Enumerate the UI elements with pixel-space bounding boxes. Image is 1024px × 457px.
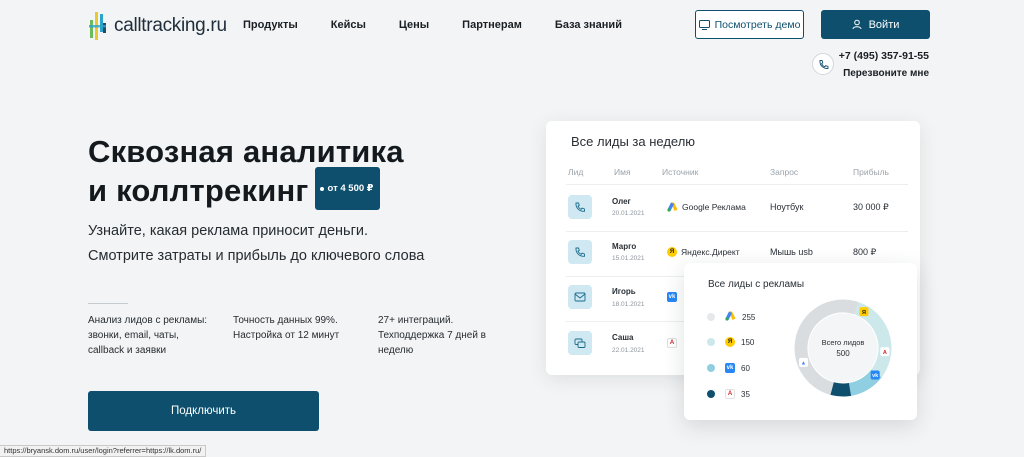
leads-donut-chart: ▲ Яvk A Всего лидов 500 — [794, 299, 892, 397]
vk-icon: vk — [870, 370, 880, 380]
avito-icon: A — [725, 389, 735, 399]
google-ads-icon — [667, 202, 678, 212]
lead-email-icon — [568, 285, 592, 309]
features-divider — [88, 303, 128, 304]
price-dot-icon — [319, 186, 324, 191]
nav-prices[interactable]: Цены — [399, 19, 429, 31]
logo-mark-icon — [89, 12, 106, 40]
legend-google: 255 — [707, 311, 755, 323]
col-profit: Прибыль — [853, 167, 889, 177]
donut-center-label: Всего лидов — [822, 338, 865, 347]
lead-source: A — [667, 338, 677, 348]
legend-value: 255 — [742, 312, 756, 322]
logo[interactable]: calltracking.ru — [88, 11, 227, 41]
hero-title-line2-text: и коллтрекинг — [88, 173, 309, 208]
col-query: Запрос — [770, 167, 799, 177]
svg-text:Я: Я — [862, 310, 866, 316]
lead-name: Марго — [612, 242, 637, 251]
view-demo-button[interactable]: Посмотреть демо — [695, 10, 804, 39]
lead-source: Google Реклама — [667, 202, 746, 212]
lead-query: Мышь usb — [770, 247, 813, 257]
legend-value: 150 — [741, 337, 755, 347]
nav-cases[interactable]: Кейсы — [331, 19, 366, 31]
google-ads-icon: ▲ — [799, 357, 809, 367]
lead-date: 18.01.2021 — [612, 301, 645, 308]
legend-value: 60 — [741, 363, 750, 373]
nav-knowledge-base[interactable]: База знаний — [555, 19, 622, 31]
leads-card-title: Все лиды за неделю — [571, 134, 696, 149]
col-lead: Лид — [568, 167, 584, 177]
callback-link[interactable]: Перезвоните мне — [843, 68, 929, 79]
vk-icon: vk — [667, 292, 677, 302]
ads-leads-card: Все лиды с рекламы 255 Я 150 vk 60 A 35 … — [684, 263, 917, 420]
yandex-direct-icon: Я — [725, 337, 735, 347]
legend-value: 35 — [741, 389, 750, 399]
lead-date: 20.01.2021 — [612, 210, 645, 217]
svg-text:A: A — [883, 350, 887, 356]
legend-dot — [707, 364, 715, 372]
feature-accuracy: Точность данных 99%. Настройка от 12 мин… — [233, 315, 340, 341]
donut-center-value: 500 — [836, 349, 850, 358]
connect-button[interactable]: Подключить — [88, 391, 319, 431]
col-name: Имя — [614, 167, 631, 177]
legend-yandex: Я 150 — [707, 337, 754, 347]
svg-text:▲: ▲ — [801, 361, 806, 367]
yandex-direct-icon: Я — [667, 247, 677, 257]
lead-name: Игорь — [612, 287, 636, 296]
login-user-icon — [852, 19, 862, 30]
price-badge-text: от 4 500 ₽ — [327, 183, 374, 195]
lead-source: Я Яндекс.Директ — [667, 247, 740, 257]
hero-subtitle: Узнайте, какая реклама приносит деньги. … — [88, 219, 424, 269]
legend-vk: vk 60 — [707, 363, 750, 373]
lead-name: Олег — [612, 197, 631, 206]
main-nav: Продукты Кейсы Цены Партнерам База знани… — [243, 19, 622, 31]
lead-call-icon — [568, 195, 592, 219]
lead-chat-icon — [568, 331, 592, 355]
lead-source: vk — [667, 292, 677, 302]
legend-dot — [707, 390, 715, 398]
ads-card-title: Все лиды с рекламы — [708, 279, 805, 290]
lead-date: 15.01.2021 — [612, 255, 645, 262]
google-ads-icon — [725, 311, 736, 323]
monitor-icon — [698, 19, 710, 30]
lead-date: 22.01.2021 — [612, 347, 645, 354]
lead-name: Саша — [612, 333, 634, 342]
hero-title-line1: Сквозная аналитика — [88, 134, 404, 169]
lead-query: Ноутбук — [770, 202, 804, 212]
svg-text:vk: vk — [872, 373, 879, 379]
vk-icon: vk — [725, 363, 735, 373]
login-button[interactable]: Войти — [821, 10, 930, 39]
hero-title-line2: и коллтрекинг от 4 500 ₽ — [88, 167, 404, 214]
row-divider — [566, 231, 908, 232]
price-badge: от 4 500 ₽ — [314, 167, 381, 211]
nav-products[interactable]: Продукты — [243, 19, 298, 31]
lead-source-text: Google Реклама — [682, 202, 746, 212]
view-demo-label: Посмотреть демо — [714, 18, 801, 31]
avito-icon: A — [880, 347, 890, 357]
legend-avito: A 35 — [707, 389, 750, 399]
phone-number[interactable]: +7 (495) 357-91-55 — [839, 50, 929, 62]
logo-text: calltracking.ru — [114, 15, 227, 36]
phone-icon[interactable] — [812, 53, 834, 75]
lead-profit: 800 ₽ — [853, 247, 877, 257]
avito-icon: A — [667, 338, 677, 348]
status-bar-url: https://bryansk.dom.ru/user/login?referr… — [0, 445, 207, 457]
lead-call-icon — [568, 240, 592, 264]
legend-dot — [707, 338, 715, 346]
col-source: Источник — [662, 167, 699, 177]
hero-subtitle-line2: Смотрите затраты и прибыль до ключевого … — [88, 248, 425, 264]
feature-analysis: Анализ лидов с рекламы: звонки, email, ч… — [88, 315, 208, 356]
hero-subtitle-line1: Узнайте, какая реклама приносит деньги. — [88, 223, 368, 239]
nav-partners[interactable]: Партнерам — [462, 19, 522, 31]
hero-title: Сквозная аналитика и коллтрекинг от 4 500… — [88, 132, 404, 214]
yandex-direct-icon: Я — [859, 307, 869, 317]
feature-integrations: 27+ интеграций. Техподдержка 7 дней в не… — [378, 315, 486, 356]
login-label: Войти — [868, 18, 900, 31]
header-divider — [566, 184, 908, 185]
legend-dot — [707, 313, 715, 321]
lead-profit: 30 000 ₽ — [853, 202, 889, 212]
donut-inner — [808, 313, 878, 383]
lead-source-text: Яндекс.Директ — [681, 247, 740, 257]
